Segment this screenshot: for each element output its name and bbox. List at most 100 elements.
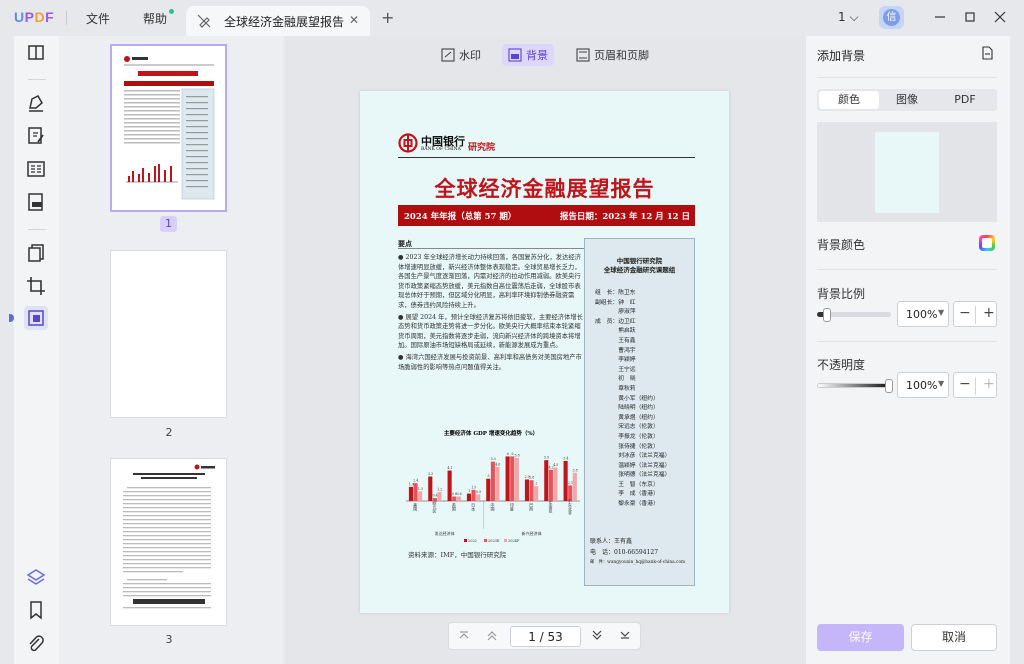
menu-file[interactable]: 文件 [86,10,110,27]
chart-bar [524,479,530,501]
edit-pdf-icon[interactable] [24,124,48,148]
chevron-down-icon: ⌵ [849,10,859,24]
tick-label: 中东北非 [568,498,573,516]
bar-value-label: 2.4 [413,479,418,483]
opacity-select[interactable]: 100% ▼ [897,372,949,398]
opacity-label: 不透明度 [817,358,866,372]
background-preview [817,122,997,222]
window-edge [1010,36,1024,664]
page-thumbnail[interactable] [110,44,227,212]
reader-icon[interactable] [24,41,48,65]
tab-color[interactable]: 颜色 [819,91,879,109]
close-tab-icon[interactable]: ✕ [349,13,359,27]
document-tab[interactable]: 全球经济金融展望报告 ✕ [186,6,370,36]
avatar[interactable]: 信 [879,6,904,29]
bar-value-label: 5.4 [563,456,568,460]
header-footer-button[interactable]: 页眉和页脚 [570,44,655,66]
scale-label: 背景比例 [817,287,866,301]
legend-label: 2022 [468,539,477,543]
scale-slider-handle[interactable] [823,308,832,322]
first-page-icon[interactable] [457,628,471,642]
legend-label: 2023E [488,539,500,543]
title-bar: UPDF 文件 帮助 全球经济金融展望报告 ✕ + 1 ⌵ 信 [0,0,1024,36]
layers-icon[interactable] [24,565,48,589]
previous-page-icon[interactable] [485,628,499,642]
opacity-slider[interactable] [817,383,891,388]
background-button[interactable]: 背景 [502,44,554,66]
chart-bar [447,470,452,501]
bar-value-label: 3.8 [573,468,578,472]
decrease-button[interactable]: − [959,376,971,392]
left-toolbar [14,36,59,664]
chart-title: 主要经济体 GDP 增速变化趋势（%） [444,429,538,437]
legend-label: 2024F [508,539,520,543]
bar-value-label: 6 [507,452,509,456]
save-button[interactable]: 保存 [817,624,904,651]
bar-value-label: 1 [468,489,470,493]
chart-bar [505,456,510,501]
chart-bar [408,486,414,501]
page-tools-icon[interactable] [24,306,48,330]
increase-button[interactable]: + [983,376,995,392]
chart-bar [495,466,500,501]
pages-icon[interactable] [24,241,48,265]
chart-bar [452,496,457,501]
decrease-button[interactable]: − [959,305,971,321]
chart-bar [548,469,553,501]
page-input[interactable]: 1 / 53 [510,626,581,647]
bar-value-label: 1.9 [409,482,414,486]
page-number: 1 [160,216,177,232]
bookmark-icon[interactable] [24,598,48,622]
new-tab-icon[interactable]: + [381,8,394,27]
tab-image[interactable]: 图像 [877,89,937,111]
page-number: 3 [165,633,173,646]
divider [28,229,46,230]
chart-bar [476,494,481,501]
maximize-icon[interactable] [962,9,978,25]
tick-label: 东南亚 [549,500,554,513]
chart-bar [553,467,558,501]
chart-bar [572,472,577,501]
last-page-icon[interactable] [618,628,632,642]
legend-swatch [484,539,487,542]
opacity-slider-handle[interactable] [885,379,893,393]
group-label: 新兴经济体 [522,530,542,536]
background-color-label: 背景颜色 [817,238,866,252]
watermark-button[interactable]: 水印 [435,44,487,66]
bar-value-label: 0.4 [433,494,438,498]
tick-label: 中国 [491,502,496,512]
chart-source: 资料来源：IMF，中国银行研究院 [408,551,507,559]
bar-value-label: 4.6 [495,462,500,466]
background-icon [508,48,522,62]
legend-swatch [504,539,507,542]
crop-icon[interactable] [24,274,48,298]
tab-pdf[interactable]: PDF [935,89,995,111]
panel-title: 添加背景 [817,49,866,63]
tick-label: 巴西 [529,503,534,512]
page-thumbnail[interactable] [110,250,227,418]
bar-value-label: 2 [535,482,537,486]
minimize-icon[interactable] [932,9,948,25]
increase-button[interactable]: + [983,305,995,321]
color-picker-icon[interactable] [979,235,995,251]
comment-icon[interactable] [24,91,48,115]
cancel-button[interactable]: 取消 [911,624,997,651]
scale-select[interactable]: 100% ▼ [897,301,949,327]
group-label: 发达经济体 [435,530,455,536]
page-thumbnail[interactable] [110,458,227,626]
chart-bar [456,496,461,501]
close-window-icon[interactable] [992,9,1008,25]
organize-icon[interactable] [24,190,48,214]
template-icon[interactable] [980,46,994,60]
menu-help[interactable]: 帮助 [143,10,167,27]
window-count[interactable]: 1 ⌵ [838,10,859,25]
next-page-icon[interactable] [590,628,604,642]
bar-value-label: 2.1 [568,481,573,485]
notification-dot [169,9,174,14]
bar-value-label: 5.3 [491,457,496,461]
bar-value-label: 1.2 [437,488,442,492]
form-icon[interactable] [24,157,48,181]
attachment-icon[interactable] [24,632,48,656]
background-type-tabs: 颜色 图像 PDF [817,89,997,111]
tick-label: 日本 [471,503,476,512]
